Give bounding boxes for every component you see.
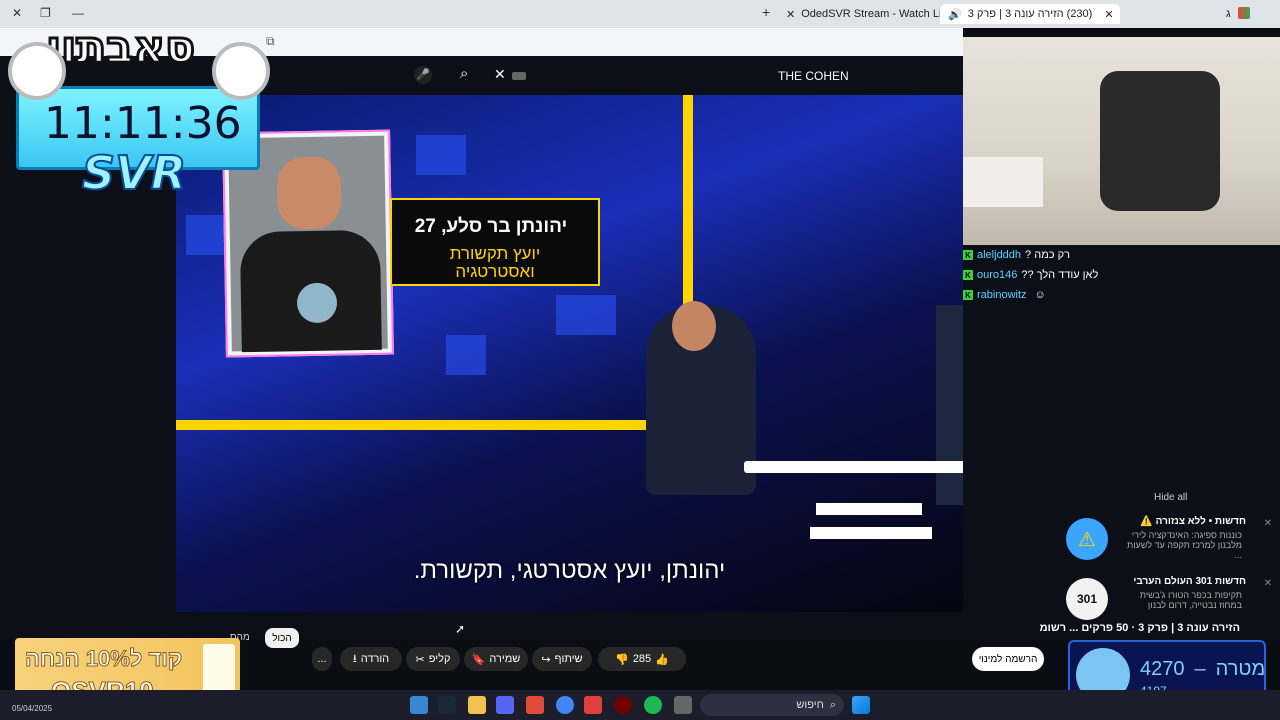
profile-icon[interactable] — [1238, 7, 1250, 19]
host-figure — [936, 305, 963, 505]
taskbar-date: 05/04/2025 — [12, 704, 53, 713]
dislike-icon[interactable]: 👎 — [615, 653, 629, 666]
download-icon: ⭳ — [352, 652, 357, 665]
alarm-clock-right-icon — [212, 42, 270, 100]
like-dislike-button[interactable]: 👎 285 👍 — [598, 647, 686, 671]
svr-logo: SVR — [81, 145, 187, 201]
windows-start-icon[interactable] — [852, 696, 870, 714]
download-button[interactable]: ⭳ הורדה — [340, 647, 402, 671]
close-tab-icon[interactable]: ✕ — [1104, 8, 1113, 21]
goal-target: 4270 — [1140, 658, 1185, 680]
taskbar — [0, 690, 1280, 720]
search-input[interactable]: THE COHEN — [778, 69, 849, 83]
podium-step-1 — [816, 503, 922, 515]
stage-floor-bar — [176, 420, 646, 430]
minimize-window-icon[interactable]: — — [72, 6, 84, 20]
taskbar-search[interactable]: חיפוש ⌕ — [700, 694, 844, 716]
chrome-icon[interactable] — [556, 696, 574, 714]
promo-text: קוד ל10% הנחה — [24, 646, 183, 672]
keyboard-icon[interactable] — [512, 72, 526, 80]
video-subtitle: יהונתן, יועץ אסטרטגי, תקשורת. — [413, 557, 726, 584]
filter-chip-all[interactable]: הכול — [265, 628, 299, 648]
tab-youtube[interactable]: 🔊 (230) הזירה עונה 3 | פרק 3 ✕ — [940, 4, 1120, 24]
nameplate-title: יהונתן בר סלע, 27 — [414, 216, 568, 237]
close-notification-icon[interactable]: ✕ — [1264, 578, 1272, 589]
kick-badge-icon: K — [963, 270, 973, 280]
mouse-cursor-icon: ➚ — [455, 622, 466, 636]
streamlabs-icon[interactable] — [584, 696, 602, 714]
search-icon[interactable]: ⌕ — [460, 65, 468, 82]
video-player[interactable]: יהונתן בר סלע, 27 יועץ תקשורת ואסטרטגיה … — [176, 95, 963, 612]
kick-badge-icon: K — [963, 250, 973, 260]
chat-message: Krabinowitz ☺ — [963, 285, 1143, 305]
spotify-icon[interactable] — [644, 696, 662, 714]
close-tab-icon[interactable]: ✕ — [786, 8, 795, 21]
stage-light-bar — [683, 95, 693, 305]
emote-icon: ☺ — [1034, 289, 1046, 301]
close-window-icon[interactable]: ✕ — [12, 6, 22, 20]
stream-chat: Kaleljdddh רק כמה ? Kouro146 לאן עודד הלך … — [963, 245, 1143, 307]
scissors-icon: ✂ — [415, 653, 425, 666]
contestant-head — [672, 301, 716, 351]
search-icon: ⌕ — [829, 698, 836, 711]
clock-time: 11:11:36 — [44, 98, 242, 149]
hide-all-button[interactable]: Hide all — [1154, 492, 1187, 503]
save-button[interactable]: 🔖 שמירה — [464, 647, 528, 671]
clip-button[interactable]: ✂ קליפ — [406, 647, 460, 671]
playlist-row[interactable]: הזירה עונה 3 | פרק 3 · 50 פרקים ... רשומ… — [1040, 622, 1240, 634]
mute-tab-icon[interactable]: 🔊 — [948, 8, 962, 21]
restore-window-icon[interactable]: ❐ — [40, 6, 51, 20]
share-button[interactable]: ↪ שיתוף — [532, 647, 592, 671]
steam-icon[interactable] — [438, 696, 456, 714]
gaming-chair — [1100, 71, 1220, 211]
bed — [963, 157, 1043, 207]
share-icon: ↪ — [541, 653, 551, 666]
app-icon[interactable] — [526, 696, 544, 714]
discord-icon[interactable] — [496, 696, 514, 714]
goal-label: מטרה — [1215, 658, 1266, 680]
new-tab-icon[interactable]: + — [762, 4, 770, 20]
youtube-search: 🎤 ⌕ ✕ THE COHEN — [400, 62, 860, 90]
nameplate-role-line2: ואסטרטגיה — [455, 262, 535, 281]
nameplate-role-line1: יועץ תקשורת — [449, 244, 541, 263]
chat-message: Kouro146 לאן עודד הלך ?? — [963, 265, 1143, 285]
photos-icon[interactable] — [410, 696, 428, 714]
subscribe-button[interactable]: הרשמה למינוי — [972, 647, 1044, 671]
app-window-icon[interactable] — [674, 696, 692, 714]
notification-item[interactable]: 301 חדשות 301 העולם הערבי תקיפות בכפר הט… — [1066, 574, 1276, 624]
close-notification-icon[interactable]: ✕ — [1264, 518, 1272, 529]
clear-search-icon[interactable]: ✕ — [494, 66, 506, 83]
like-icon[interactable]: 👍 — [655, 653, 669, 666]
folder-icon[interactable] — [468, 696, 486, 714]
tab-partial[interactable]: ג — [1226, 4, 1231, 24]
chat-message: Kaleljdddh רק כמה ? — [963, 245, 1143, 265]
screenshot-icon[interactable]: ⧉ — [266, 34, 275, 49]
notification-item[interactable]: ⚠ חדשות • ללא צנזורה ⚠️ כוננות ספיגה: הא… — [1066, 514, 1276, 564]
bookmark-icon: 🔖 — [471, 653, 486, 666]
nameplate: יהונתן בר סלע, 27 יועץ תקשורת ואסטרטגיה — [390, 198, 600, 286]
channel-logo: סאבתון — [44, 21, 196, 75]
news-301-icon: 301 — [1066, 578, 1108, 620]
kick-badge-icon: K — [963, 290, 973, 300]
portrait-face — [276, 156, 342, 230]
webcam-feed — [963, 37, 1280, 245]
alarm-clock-left-icon — [8, 42, 66, 100]
more-actions-button[interactable]: ... — [312, 647, 332, 671]
warning-icon: ⚠ — [1066, 518, 1108, 560]
mic-icon[interactable]: 🎤 — [414, 66, 432, 84]
podium-step-2 — [810, 527, 932, 539]
podium — [744, 461, 963, 473]
obs-icon[interactable] — [614, 696, 632, 714]
